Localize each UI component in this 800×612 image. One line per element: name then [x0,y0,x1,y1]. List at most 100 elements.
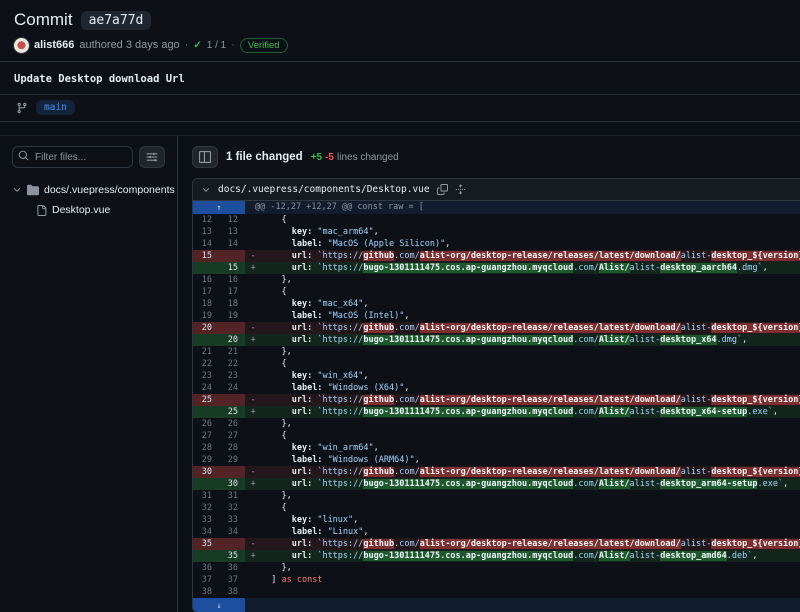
old-line-number[interactable]: 31 [193,490,219,502]
file-path[interactable]: docs/.vuepress/components/Desktop.vue [218,184,430,195]
new-line-number[interactable] [219,250,245,262]
collapse-file-chevron-icon[interactable] [201,185,211,195]
new-line-number[interactable]: 21 [219,346,245,358]
old-line-number[interactable]: 30 [193,466,219,478]
old-line-number[interactable]: 22 [193,358,219,370]
code-line: }, [261,274,800,286]
old-line-number[interactable]: 25 [193,394,219,406]
branch-label[interactable]: main [36,100,75,115]
new-line-number[interactable] [219,538,245,550]
new-line-number[interactable]: 32 [219,502,245,514]
old-line-number[interactable]: 17 [193,286,219,298]
old-line-number[interactable]: 28 [193,442,219,454]
filter-files-input[interactable] [12,146,133,168]
new-line-number[interactable]: 17 [219,286,245,298]
diff-row: 30- url: `https://github.com/alist-org/d… [193,466,800,478]
new-line-number[interactable]: 14 [219,238,245,250]
new-line-number[interactable]: 33 [219,514,245,526]
code-line: key: "mac_arm64", [261,226,800,238]
old-line-number[interactable] [193,406,219,418]
old-line-number[interactable]: 37 [193,574,219,586]
code-line: key: "win_x64", [261,370,800,382]
new-line-number[interactable] [219,322,245,334]
avatar[interactable] [14,38,29,53]
old-line-number[interactable]: 38 [193,586,219,598]
verified-badge[interactable]: Verified [240,38,288,53]
new-line-number[interactable]: 38 [219,586,245,598]
old-line-number[interactable]: 29 [193,454,219,466]
git-branch-icon [16,102,28,114]
new-line-number[interactable]: 16 [219,274,245,286]
old-line-number[interactable]: 12 [193,214,219,226]
diff-marker [245,454,261,466]
old-line-number[interactable]: 19 [193,310,219,322]
old-line-number[interactable]: 13 [193,226,219,238]
old-line-number[interactable]: 14 [193,238,219,250]
old-line-number[interactable]: 21 [193,346,219,358]
diff-row: 3737 ] as const [193,574,800,586]
old-line-number[interactable] [193,334,219,346]
old-line-number[interactable]: 24 [193,382,219,394]
old-line-number[interactable]: 32 [193,502,219,514]
old-line-number[interactable]: 23 [193,370,219,382]
new-line-number[interactable]: 36 [219,562,245,574]
old-line-number[interactable] [193,550,219,562]
old-line-number[interactable]: 34 [193,526,219,538]
diff-marker [245,586,261,598]
new-line-number[interactable] [219,394,245,406]
diff-row: 1717 { [193,286,800,298]
new-line-number[interactable]: 20 [219,334,245,346]
tree-folder-row[interactable]: docs/.vuepress/components [12,180,165,200]
old-line-number[interactable]: 18 [193,298,219,310]
new-line-number[interactable] [219,466,245,478]
old-line-number[interactable]: 20 [193,322,219,334]
old-line-number[interactable] [193,478,219,490]
expand-down-button[interactable]: ↓ [193,598,245,612]
new-line-number[interactable]: 34 [219,526,245,538]
diff-row: 1414 label: "MacOS (Apple Silicon)", [193,238,800,250]
old-line-number[interactable]: 15 [193,250,219,262]
code-line: key: "linux", [261,514,800,526]
unfold-file-icon[interactable] [455,184,466,195]
filter-options-button[interactable] [139,146,165,168]
new-line-number[interactable]: 22 [219,358,245,370]
new-line-number[interactable]: 12 [219,214,245,226]
old-line-number[interactable]: 35 [193,538,219,550]
new-line-number[interactable]: 15 [219,262,245,274]
new-line-number[interactable]: 25 [219,406,245,418]
new-line-number[interactable]: 27 [219,430,245,442]
additions-count: +5 [311,152,322,163]
copy-path-icon[interactable] [437,184,448,195]
file-tree-toggle-button[interactable] [192,146,218,168]
tree-file-row[interactable]: Desktop.vue [12,200,165,220]
new-line-number[interactable]: 37 [219,574,245,586]
new-line-number[interactable]: 18 [219,298,245,310]
new-line-number[interactable]: 31 [219,490,245,502]
code-line: url: `https://github.com/alist-org/deskt… [261,538,800,550]
new-line-number[interactable]: 26 [219,418,245,430]
old-line-number[interactable]: 27 [193,430,219,442]
expand-up-button[interactable]: ↑ [193,201,245,214]
diff-marker [245,514,261,526]
old-line-number[interactable] [193,262,219,274]
diff-marker [245,274,261,286]
new-line-number[interactable]: 35 [219,550,245,562]
old-line-number[interactable]: 26 [193,418,219,430]
new-line-number[interactable]: 24 [219,382,245,394]
code-line: key: "win_arm64", [261,442,800,454]
checks-status[interactable]: 1 / 1 [207,40,226,51]
new-line-number[interactable]: 19 [219,310,245,322]
diff-table: ↑ @@ -12,27 +12,27 @@ const raw = [ 1212… [193,201,800,612]
new-line-number[interactable]: 23 [219,370,245,382]
new-line-number[interactable]: 30 [219,478,245,490]
code-line: url: `https://bugo-1301111475.cos.ap-gua… [261,262,800,274]
old-line-number[interactable]: 16 [193,274,219,286]
old-line-number[interactable]: 36 [193,562,219,574]
new-line-number[interactable]: 13 [219,226,245,238]
old-line-number[interactable]: 33 [193,514,219,526]
new-line-number[interactable]: 29 [219,454,245,466]
new-line-number[interactable]: 28 [219,442,245,454]
diff-marker: + [245,406,261,418]
author-name[interactable]: alist666 [34,39,74,51]
checks-passed-icon: ✓ [193,40,201,51]
